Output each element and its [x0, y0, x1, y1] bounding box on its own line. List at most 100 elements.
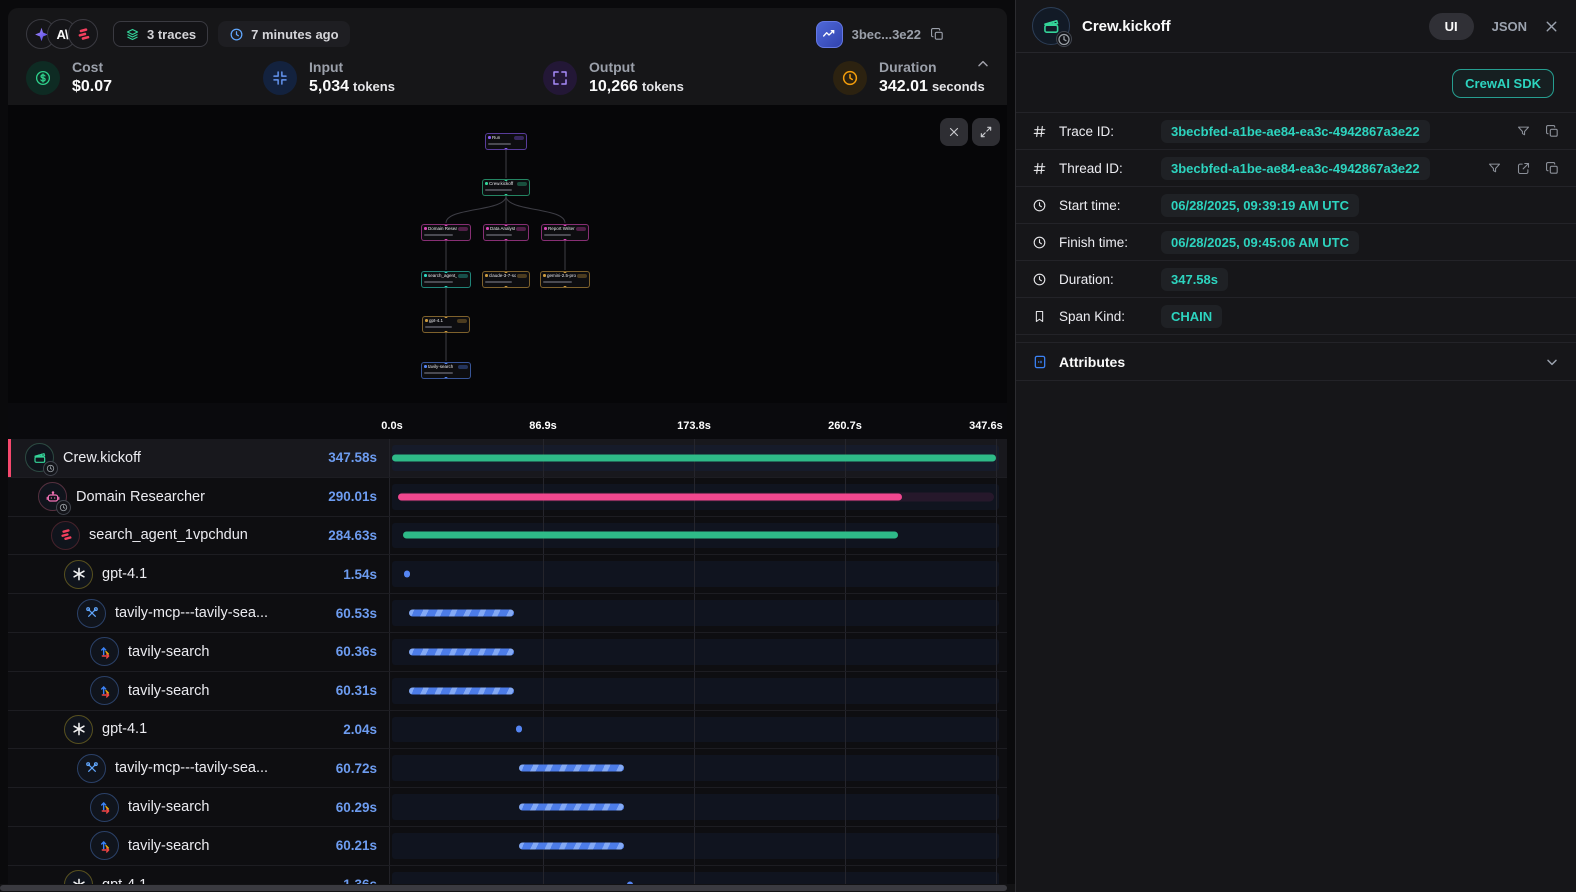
field-actions — [1487, 161, 1560, 176]
span-row[interactable]: tavily-search 60.21s — [8, 827, 1007, 866]
node-handle — [445, 316, 448, 318]
trace-id-short: 3bec...3e22 — [852, 27, 921, 42]
span-row[interactable]: gpt-4.12.04s — [8, 711, 1007, 750]
node-handle — [445, 362, 448, 364]
traces-count-badge[interactable]: 3 traces — [113, 21, 208, 47]
span-bar — [519, 842, 624, 849]
node-handle — [505, 239, 508, 241]
trace-graph-panel: Run Crew.kickoff Domain Researcher Data Ana… — [8, 105, 1007, 403]
graph-node-sub1[interactable]: search_agent_1vpchdun — [421, 271, 471, 288]
timeline-axis: 0.0s86.9s173.8s260.7s347.6s — [8, 403, 1007, 439]
graph-node-sub2[interactable]: claude-3-7-sonnet — [482, 271, 530, 288]
gridline — [845, 672, 846, 710]
span-timeline-cell — [390, 788, 1007, 826]
tab-json[interactable]: JSON — [1492, 19, 1527, 34]
span-timeline-cell — [390, 866, 1007, 884]
graph-close-button[interactable] — [940, 118, 968, 146]
horizontal-scrollbar[interactable] — [0, 884, 1015, 892]
node-label: Crew.kickoff — [489, 181, 516, 186]
gridline — [845, 827, 846, 865]
gridline — [996, 711, 997, 749]
node-badge — [514, 136, 524, 140]
attributes-icon — [1032, 354, 1049, 370]
span-row[interactable]: tavily-search60.36s — [8, 633, 1007, 672]
gridline — [694, 555, 695, 593]
span-row[interactable]: tavily-mcp---tavily-sea...60.53s — [8, 594, 1007, 633]
span-row[interactable]: gpt-4.11.54s — [8, 555, 1007, 594]
span-name: tavily-search — [128, 838, 209, 854]
graph-node-agent2[interactable]: Data Analyst — [483, 224, 529, 241]
span-name: tavily-search — [128, 799, 209, 815]
axis-tick: 86.9s — [529, 420, 557, 432]
copy-icon[interactable] — [1545, 124, 1560, 139]
span-row[interactable]: gpt-4.11.36s — [8, 866, 1007, 884]
node-badge — [576, 227, 586, 231]
gridline — [845, 633, 846, 671]
trace-chart-button[interactable] — [816, 21, 843, 48]
chevron-down-icon[interactable] — [1544, 354, 1560, 370]
node-handle — [505, 286, 508, 288]
trace-header-row: A\ 3 traces 7 minutes ago 3bec...3e22 — [22, 18, 993, 50]
span-row[interactable]: Domain Researcher290.01s — [8, 478, 1007, 517]
gridline — [694, 749, 695, 787]
graph-node-tool[interactable]: tavily-search — [421, 362, 471, 379]
span-duration: 60.21s — [336, 838, 389, 853]
span-row[interactable]: search_agent_1vpchdun284.63s — [8, 517, 1007, 556]
filter-icon[interactable] — [1487, 161, 1502, 176]
crewai-icon — [51, 521, 80, 550]
tools-icon — [77, 599, 106, 628]
node-badge — [458, 365, 468, 369]
span-detail-panel: Crew.kickoff UIJSON CrewAI SDK Trace ID:… — [1015, 0, 1576, 892]
graph-node-run[interactable]: Run — [485, 133, 527, 150]
span-duration: 347.58s — [328, 450, 389, 465]
graph-node-crew[interactable]: Crew.kickoff — [482, 179, 530, 196]
clock-amber-icon — [833, 61, 867, 95]
node-subtext — [425, 326, 452, 328]
field-label: Finish time: — [1059, 235, 1151, 250]
avatar-crewai — [68, 19, 98, 49]
expand-icon — [543, 61, 577, 95]
timeline-track — [392, 872, 999, 884]
gridline — [845, 866, 846, 884]
tab-ui[interactable]: UI — [1429, 13, 1474, 40]
graph-node-sub3[interactable]: gemini-2.5-pro — [540, 271, 590, 288]
stat-output: Output10,266tokens — [543, 59, 833, 96]
span-row[interactable]: Crew.kickoff347.58s — [8, 439, 1007, 478]
graph-node-agent3[interactable]: Report Writer — [541, 224, 589, 241]
attributes-section-toggle[interactable]: Attributes — [1016, 342, 1576, 381]
graph-expand-button[interactable] — [972, 118, 1000, 146]
crew-icon — [1032, 7, 1070, 45]
copy-icon[interactable] — [930, 27, 945, 42]
gridline — [543, 555, 544, 593]
trace-viewer-app: A\ 3 traces 7 minutes ago 3bec...3e22 Co… — [0, 0, 1576, 892]
graph-node-agent1[interactable]: Domain Researcher — [421, 224, 471, 241]
gridline — [694, 788, 695, 826]
external-icon[interactable] — [1516, 161, 1531, 176]
stat-value: 342.01 — [879, 78, 928, 95]
field-row: Duration:347.58s — [1016, 261, 1576, 298]
graph-node-gpt[interactable]: gpt-4.1 — [422, 316, 470, 333]
clock-icon — [229, 27, 244, 42]
span-row[interactable]: tavily-search60.31s — [8, 672, 1007, 711]
field-row: Trace ID:3becbfed-a1be-ae84-ea3c-4942867… — [1016, 113, 1576, 150]
gridline — [845, 711, 846, 749]
node-type-dot — [485, 182, 488, 185]
chevron-up-icon[interactable] — [975, 56, 991, 77]
node-badge — [457, 319, 467, 323]
span-row[interactable]: tavily-search60.29s — [8, 788, 1007, 827]
scrollbar-thumb[interactable] — [0, 885, 1007, 891]
span-row[interactable]: tavily-mcp---tavily-sea...60.72s — [8, 749, 1007, 788]
node-label: Run — [492, 135, 513, 140]
tavily-icon — [90, 637, 119, 666]
node-type-dot — [424, 274, 427, 277]
copy-icon[interactable] — [1545, 161, 1560, 176]
gridline — [996, 439, 997, 477]
span-name-cell: gpt-4.11.54s — [8, 555, 390, 593]
gridline — [996, 672, 997, 710]
filter-icon[interactable] — [1516, 124, 1531, 139]
duration-badge-icon — [56, 500, 71, 515]
trace-id-group: 3bec...3e22 — [816, 21, 993, 48]
close-icon[interactable] — [1543, 18, 1560, 35]
node-subtext — [544, 234, 571, 236]
stat-input: Input5,034tokens — [263, 59, 543, 96]
